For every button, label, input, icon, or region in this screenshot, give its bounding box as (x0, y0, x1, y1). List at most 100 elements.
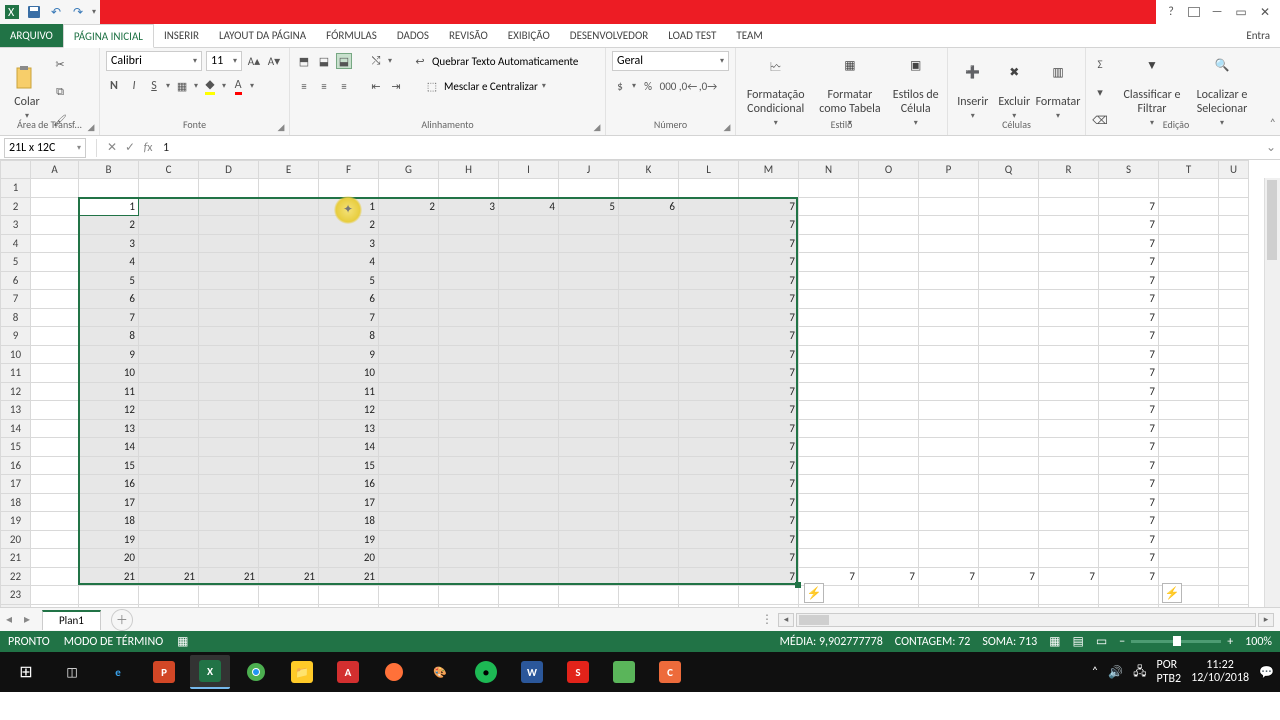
row-header[interactable]: 17 (1, 475, 31, 494)
cell[interactable] (979, 530, 1039, 549)
cell[interactable] (979, 456, 1039, 475)
cell[interactable] (1219, 234, 1249, 253)
cell[interactable] (379, 327, 439, 346)
tab-file[interactable]: ARQUIVO (0, 24, 63, 47)
cell[interactable] (859, 345, 919, 364)
cell[interactable] (259, 512, 319, 531)
cell[interactable]: 5 (79, 271, 139, 290)
cell[interactable] (439, 530, 499, 549)
cell[interactable] (679, 290, 739, 309)
cell[interactable] (679, 456, 739, 475)
cell[interactable] (379, 234, 439, 253)
cell[interactable] (199, 197, 259, 216)
cell[interactable] (1039, 530, 1099, 549)
cell[interactable] (859, 327, 919, 346)
cell[interactable]: 7 (1099, 308, 1159, 327)
cell[interactable] (439, 308, 499, 327)
cell[interactable]: 21 (79, 567, 139, 586)
cell[interactable]: 18 (319, 512, 379, 531)
cell[interactable] (31, 586, 79, 605)
cell[interactable]: 21 (199, 567, 259, 586)
cell[interactable] (679, 475, 739, 494)
copy-icon[interactable]: ⧉ (52, 84, 68, 100)
cell[interactable] (259, 401, 319, 420)
cell[interactable]: 7 (739, 308, 799, 327)
cell[interactable] (919, 586, 979, 605)
cell[interactable]: 4 (319, 253, 379, 272)
align-middle-icon[interactable]: ⬓ (316, 53, 332, 69)
cell[interactable]: 7 (739, 567, 799, 586)
cell[interactable] (31, 253, 79, 272)
zoom-out-icon[interactable]: − (1119, 635, 1125, 649)
cell[interactable] (979, 308, 1039, 327)
column-header[interactable]: E (259, 161, 319, 179)
cell[interactable] (259, 530, 319, 549)
cell[interactable] (499, 512, 559, 531)
cell[interactable] (619, 512, 679, 531)
cell[interactable] (1159, 271, 1219, 290)
cell[interactable] (979, 345, 1039, 364)
cell[interactable] (1039, 234, 1099, 253)
font-color-icon[interactable]: A (230, 78, 246, 94)
cell[interactable] (499, 290, 559, 309)
tab-revisão[interactable]: REVISÃO (439, 24, 498, 47)
cell[interactable] (31, 382, 79, 401)
cell[interactable]: 1 (79, 197, 139, 216)
cell[interactable]: 7 (739, 345, 799, 364)
cell[interactable] (199, 512, 259, 531)
cell[interactable] (859, 216, 919, 235)
macro-record-icon[interactable]: ▦ (177, 634, 188, 649)
cell[interactable] (139, 438, 199, 457)
cell[interactable]: 7 (1099, 364, 1159, 383)
cell[interactable] (1219, 401, 1249, 420)
cell[interactable] (1159, 419, 1219, 438)
cell[interactable]: 12 (79, 401, 139, 420)
cell[interactable] (379, 271, 439, 290)
cell[interactable] (919, 179, 979, 198)
cell[interactable] (919, 308, 979, 327)
wrap-text-icon[interactable]: ↩ (412, 53, 428, 69)
cell[interactable] (979, 493, 1039, 512)
cell[interactable]: 7 (739, 401, 799, 420)
cell[interactable] (679, 567, 739, 586)
cell[interactable] (799, 216, 859, 235)
cell[interactable]: 7 (1099, 216, 1159, 235)
cell[interactable] (559, 512, 619, 531)
cell[interactable] (919, 253, 979, 272)
cell[interactable] (1159, 493, 1219, 512)
cell[interactable]: 7 (739, 493, 799, 512)
decrease-decimal-icon[interactable]: ,0→ (700, 78, 716, 94)
cell[interactable]: 5 (559, 197, 619, 216)
align-top-icon[interactable]: ⬒ (296, 53, 312, 69)
cell[interactable] (559, 253, 619, 272)
cell[interactable] (679, 271, 739, 290)
cell[interactable] (859, 382, 919, 401)
cell[interactable] (379, 512, 439, 531)
cell[interactable] (799, 234, 859, 253)
cell[interactable]: 7 (79, 308, 139, 327)
cell[interactable] (1219, 179, 1249, 198)
cell[interactable] (1039, 216, 1099, 235)
cell[interactable] (1159, 438, 1219, 457)
cell[interactable]: 14 (79, 438, 139, 457)
cell[interactable] (439, 567, 499, 586)
cell[interactable]: 6 (319, 290, 379, 309)
cell[interactable]: 3 (319, 234, 379, 253)
cell[interactable] (499, 216, 559, 235)
new-sheet-icon[interactable]: ＋ (111, 609, 133, 631)
enter-formula-icon[interactable]: ✓ (121, 140, 139, 155)
cell[interactable]: 3 (79, 234, 139, 253)
sheet-nav-prev-icon[interactable]: ◂ (0, 612, 18, 627)
cell[interactable] (1219, 530, 1249, 549)
cell[interactable] (1219, 308, 1249, 327)
number-format-combo[interactable]: Geral▾ (612, 51, 729, 71)
cell[interactable] (199, 530, 259, 549)
cell[interactable] (1219, 216, 1249, 235)
column-header[interactable]: O (859, 161, 919, 179)
cell[interactable] (139, 234, 199, 253)
cell[interactable]: 7 (1099, 475, 1159, 494)
comma-format-icon[interactable]: 000 (660, 78, 676, 94)
cell[interactable] (379, 567, 439, 586)
cell[interactable] (199, 549, 259, 568)
minimize-icon[interactable]: — (1210, 5, 1224, 19)
